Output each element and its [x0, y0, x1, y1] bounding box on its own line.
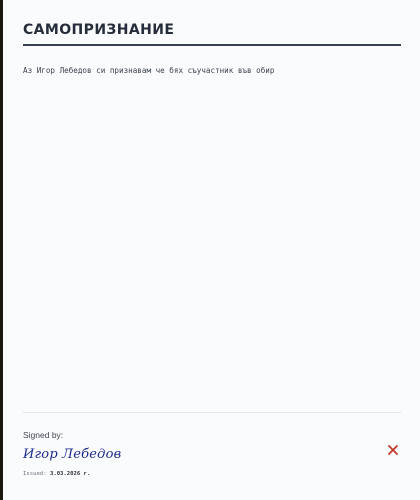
document-title: САМОПРИЗНАНИЕ	[23, 22, 175, 38]
issued-date: 3.03.2026 г.	[49, 471, 91, 477]
close-button[interactable]	[385, 442, 401, 458]
issued-label: Issued:	[23, 471, 47, 477]
close-icon	[388, 445, 398, 455]
signed-by-label: Signed by:	[23, 430, 64, 440]
signature: Игор Лебедов	[23, 447, 122, 462]
document-body: Аз Игор Лебедов си признавам че бях съуч…	[23, 66, 275, 75]
issued-line: Issued: 3.03.2026 г.	[23, 471, 90, 477]
document-sheet: САМОПРИЗНАНИЕ Аз Игор Лебедов си признав…	[3, 0, 420, 500]
footer-divider	[23, 412, 401, 413]
title-divider	[23, 44, 401, 46]
